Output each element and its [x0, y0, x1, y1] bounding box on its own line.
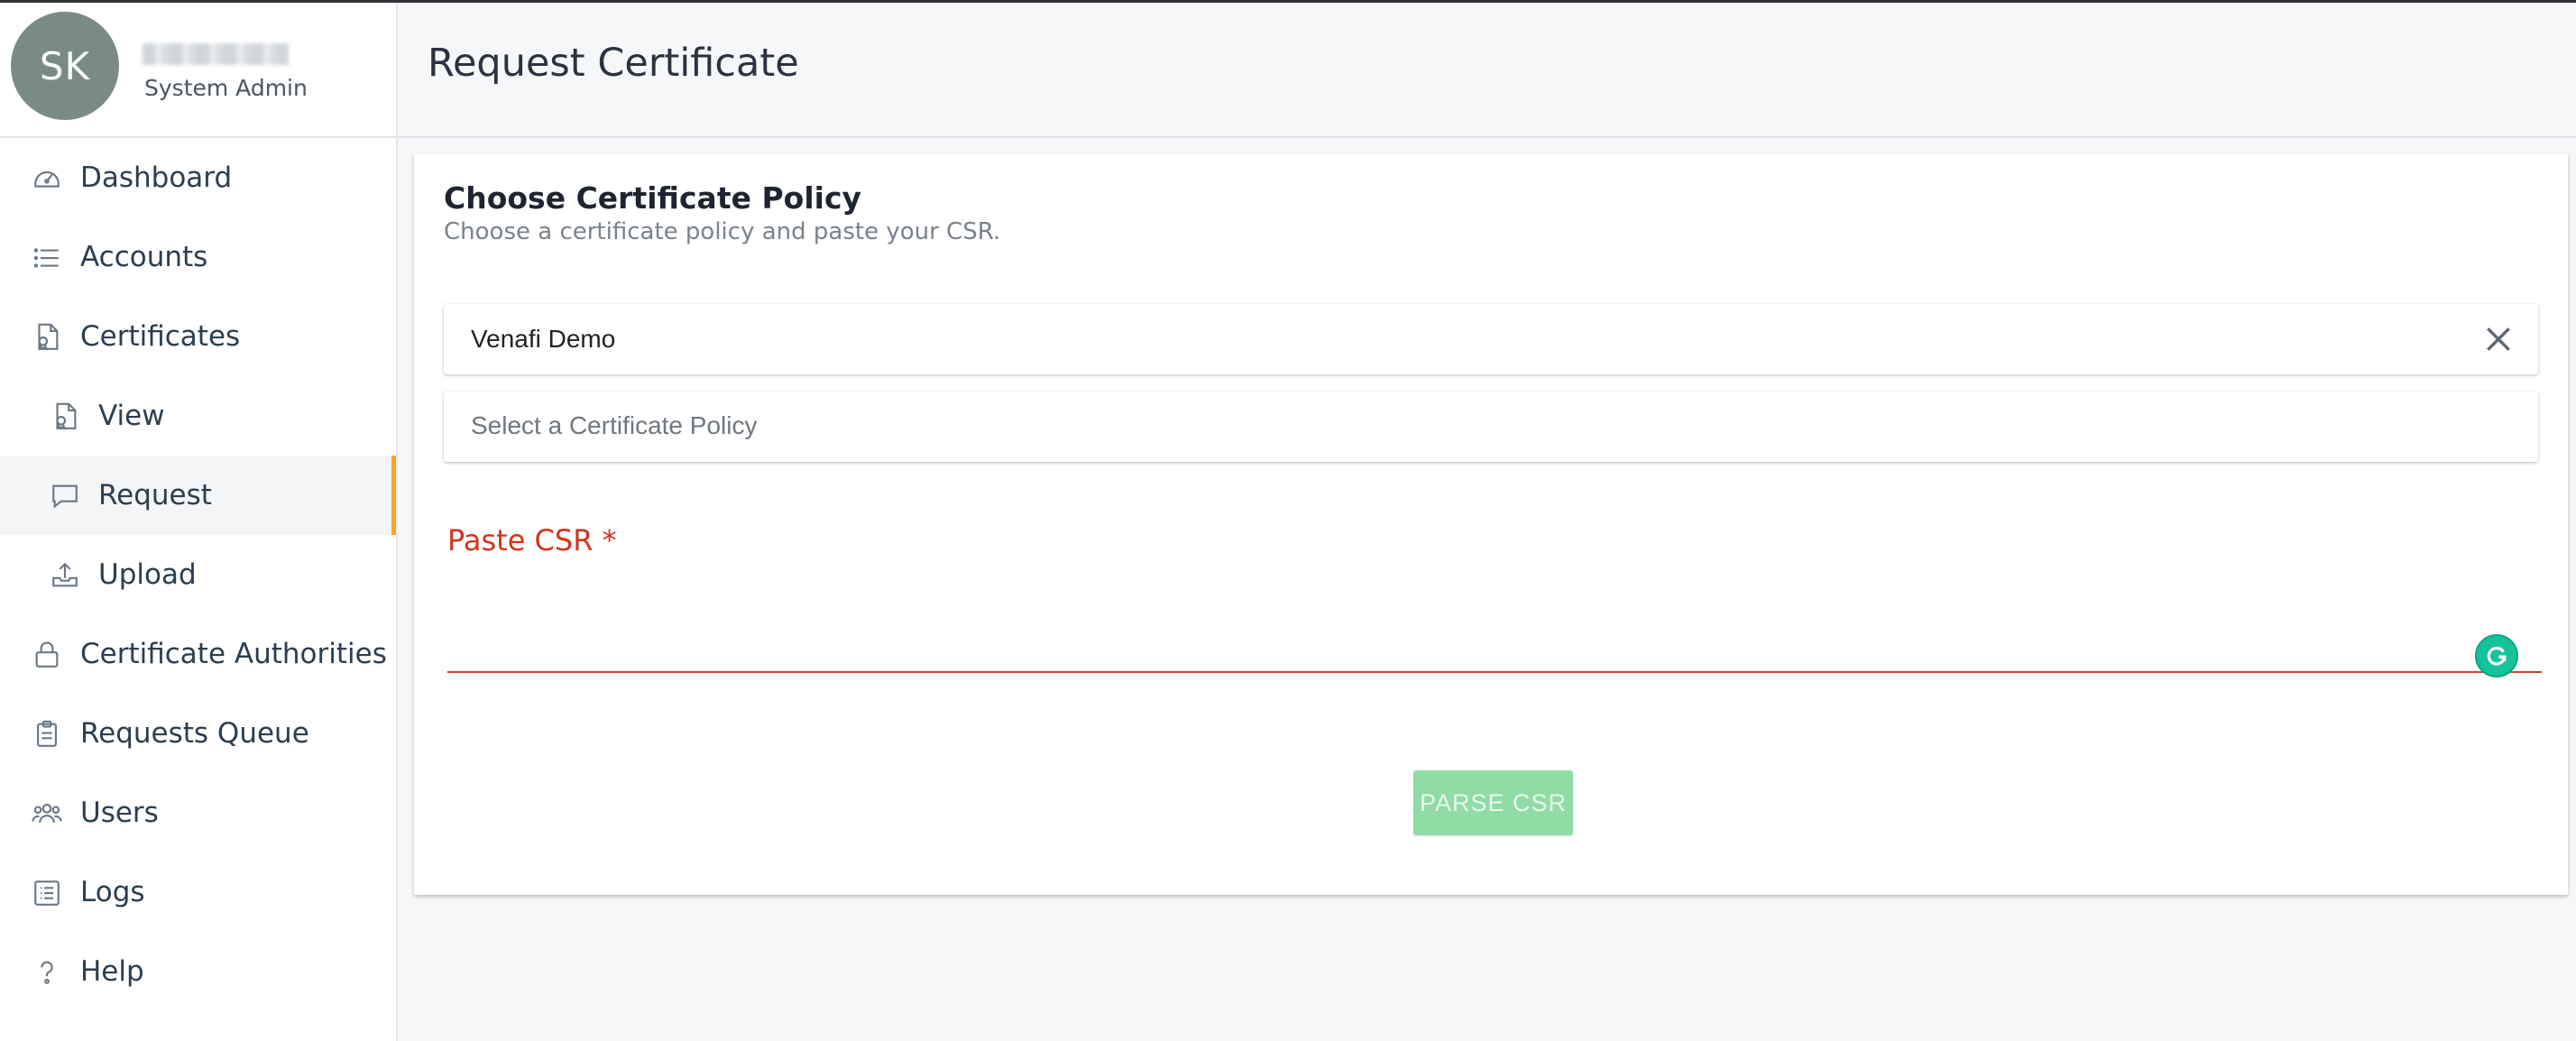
help-icon — [32, 957, 62, 988]
sidebar-item-requests-queue[interactable]: Requests Queue — [0, 694, 396, 773]
upload-icon — [50, 560, 80, 591]
sidebar-item-label: Help — [80, 955, 144, 988]
user-profile: SK System Admin — [0, 3, 396, 138]
parse-csr-button[interactable]: PARSE CSR — [1413, 770, 1573, 835]
policy-search-field — [444, 304, 2538, 374]
certificate-icon — [32, 322, 62, 353]
sidebar-item-certificates[interactable]: Certificates — [0, 297, 396, 376]
gauge-icon — [32, 163, 62, 194]
csr-textarea[interactable] — [447, 577, 2542, 673]
csr-label: Paste CSR * — [447, 523, 617, 557]
sidebar-item-label: View — [98, 400, 165, 432]
sidebar-item-accounts[interactable]: Accounts — [0, 217, 396, 297]
clipboard-icon — [32, 719, 62, 750]
sidebar-item-label: Upload — [98, 558, 197, 591]
sidebar-item-label: Accounts — [80, 241, 208, 273]
card-subtitle: Choose a certificate policy and paste yo… — [444, 218, 1001, 245]
username-redacted — [143, 43, 289, 65]
sidebar-item-label: Dashboard — [80, 161, 233, 194]
sidebar-item-label: Certificates — [80, 320, 241, 353]
sidebar-item-view[interactable]: View — [0, 376, 396, 456]
page-header: Request Certificate — [398, 3, 2576, 138]
sidebar-item-help[interactable]: Help — [0, 932, 396, 1011]
sidebar-item-label: Logs — [80, 876, 145, 908]
sidebar-nav: Dashboard Accounts Certificates View Req… — [0, 138, 396, 1011]
sidebar-item-logs[interactable]: Logs — [0, 852, 396, 932]
sidebar-item-label: Requests Queue — [80, 717, 309, 750]
page-title: Request Certificate — [428, 41, 799, 86]
log-list-icon — [32, 878, 62, 908]
sidebar-item-label: Request — [98, 479, 212, 511]
users-icon — [32, 798, 62, 829]
sidebar-item-users[interactable]: Users — [0, 773, 396, 852]
certificate-policy-select[interactable]: Select a Certificate Policy — [444, 392, 2538, 462]
certificate-policy-card: Choose Certificate Policy Choose a certi… — [414, 153, 2568, 895]
sidebar: SK System Admin Dashboard Accounts Certi… — [0, 3, 398, 1041]
sidebar-item-upload[interactable]: Upload — [0, 535, 396, 614]
certificate-icon — [50, 401, 80, 432]
card-title: Choose Certificate Policy — [444, 180, 862, 216]
chat-bubble-icon — [50, 481, 80, 511]
list-icon — [32, 243, 62, 273]
grammarly-icon[interactable] — [2475, 634, 2518, 677]
lock-icon — [32, 640, 62, 670]
sidebar-item-label: Users — [80, 797, 159, 829]
sidebar-item-label: Certificate Authorities — [80, 638, 387, 670]
avatar[interactable]: SK — [11, 12, 119, 120]
sidebar-item-request[interactable]: Request — [0, 456, 396, 535]
policy-search-input[interactable] — [471, 304, 2455, 374]
user-role: System Admin — [144, 75, 308, 101]
sidebar-item-certificate-authorities[interactable]: Certificate Authorities — [0, 614, 396, 694]
policy-select-placeholder: Select a Certificate Policy — [471, 411, 758, 439]
close-icon[interactable] — [2480, 321, 2516, 357]
sidebar-item-dashboard[interactable]: Dashboard — [0, 138, 396, 217]
